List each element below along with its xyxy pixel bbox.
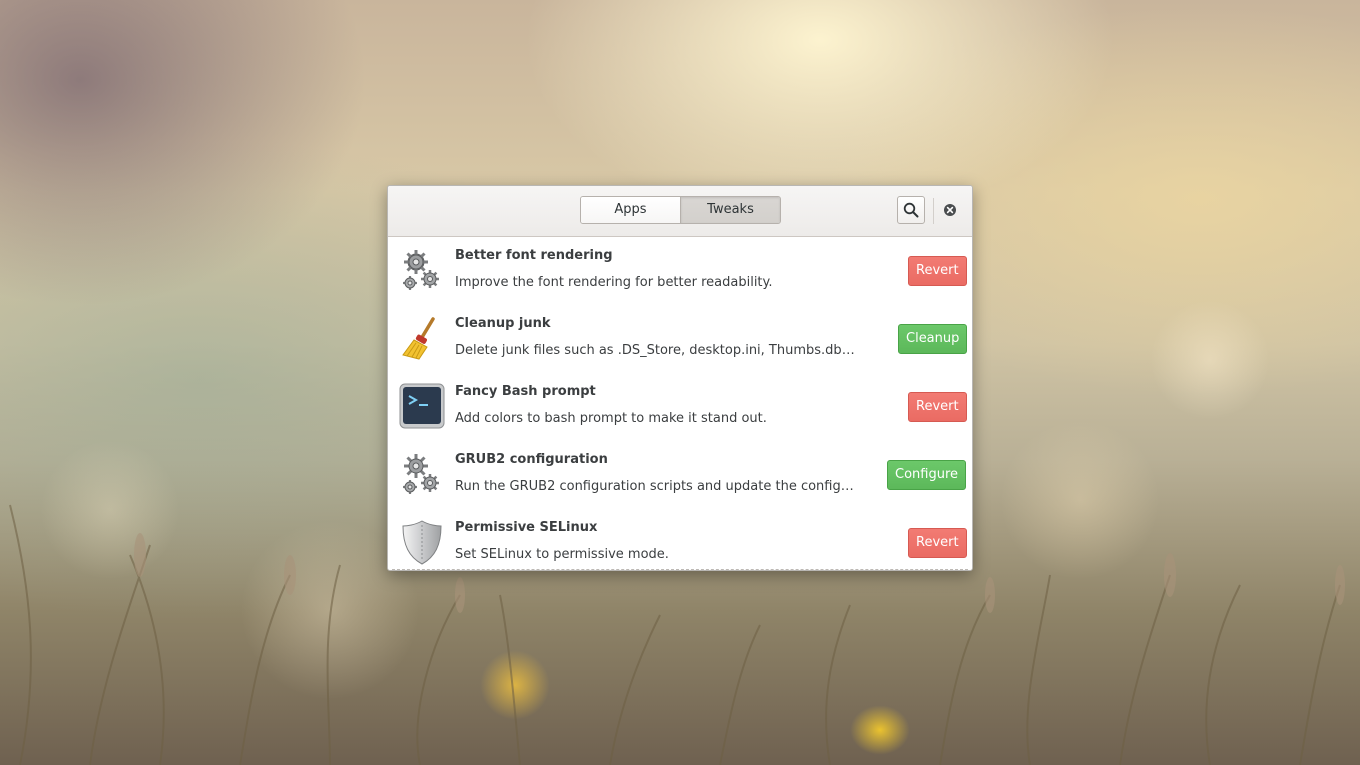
wallpaper-bokeh [480, 650, 550, 720]
tweak-description: Set SELinux to permissive mode. [455, 547, 669, 562]
gears-icon [399, 247, 445, 293]
tweak-description: Delete junk files such as .DS_Store, des… [455, 343, 855, 358]
shield-icon [399, 519, 445, 565]
tweaks-dialog: Apps Tweaks Better font rendering Improv… [387, 185, 973, 571]
tab-tweaks[interactable]: Tweaks [680, 197, 780, 223]
tweak-title: GRUB2 configuration [455, 452, 608, 467]
broom-icon [399, 315, 445, 361]
scroll-edge-indicator [392, 569, 968, 570]
tweak-title: Fancy Bash prompt [455, 384, 596, 399]
wallpaper-bokeh [40, 440, 180, 580]
tweak-description: Run the GRUB2 configuration scripts and … [455, 479, 855, 494]
list-item: GRUB2 configuration Run the GRUB2 config… [388, 441, 972, 509]
wallpaper-bokeh [850, 705, 910, 755]
tab-apps[interactable]: Apps [581, 197, 680, 223]
terminal-icon [399, 383, 445, 429]
revert-button[interactable]: Revert [908, 392, 967, 422]
close-button[interactable] [941, 201, 959, 219]
tweak-description: Improve the font rendering for better re… [455, 275, 773, 290]
tweaks-list: Better font rendering Improve the font r… [388, 237, 972, 570]
close-icon [944, 204, 956, 216]
tweak-description: Add colors to bash prompt to make it sta… [455, 411, 767, 426]
search-icon [903, 202, 919, 218]
headerbar: Apps Tweaks [388, 186, 972, 237]
tweak-title: Cleanup junk [455, 316, 551, 331]
tweak-title: Better font rendering [455, 248, 613, 263]
list-item: Better font rendering Improve the font r… [388, 237, 972, 305]
cleanup-button[interactable]: Cleanup [898, 324, 968, 354]
list-item: Cleanup junk Delete junk files such as .… [388, 305, 972, 373]
wallpaper-bokeh [1000, 420, 1160, 580]
search-button[interactable] [897, 196, 925, 224]
list-item: Permissive SELinux Set SELinux to permis… [388, 509, 972, 570]
revert-button[interactable]: Revert [908, 528, 967, 558]
revert-button[interactable]: Revert [908, 256, 967, 286]
configure-button[interactable]: Configure [887, 460, 967, 490]
wallpaper-bokeh [1150, 300, 1270, 420]
desktop-wallpaper: Apps Tweaks Better font rendering Improv… [0, 0, 1360, 765]
gears-icon [399, 451, 445, 497]
view-switcher: Apps Tweaks [580, 196, 781, 224]
headerbar-separator [933, 198, 934, 224]
tweak-title: Permissive SELinux [455, 520, 598, 535]
list-item: Fancy Bash prompt Add colors to bash pro… [388, 373, 972, 441]
